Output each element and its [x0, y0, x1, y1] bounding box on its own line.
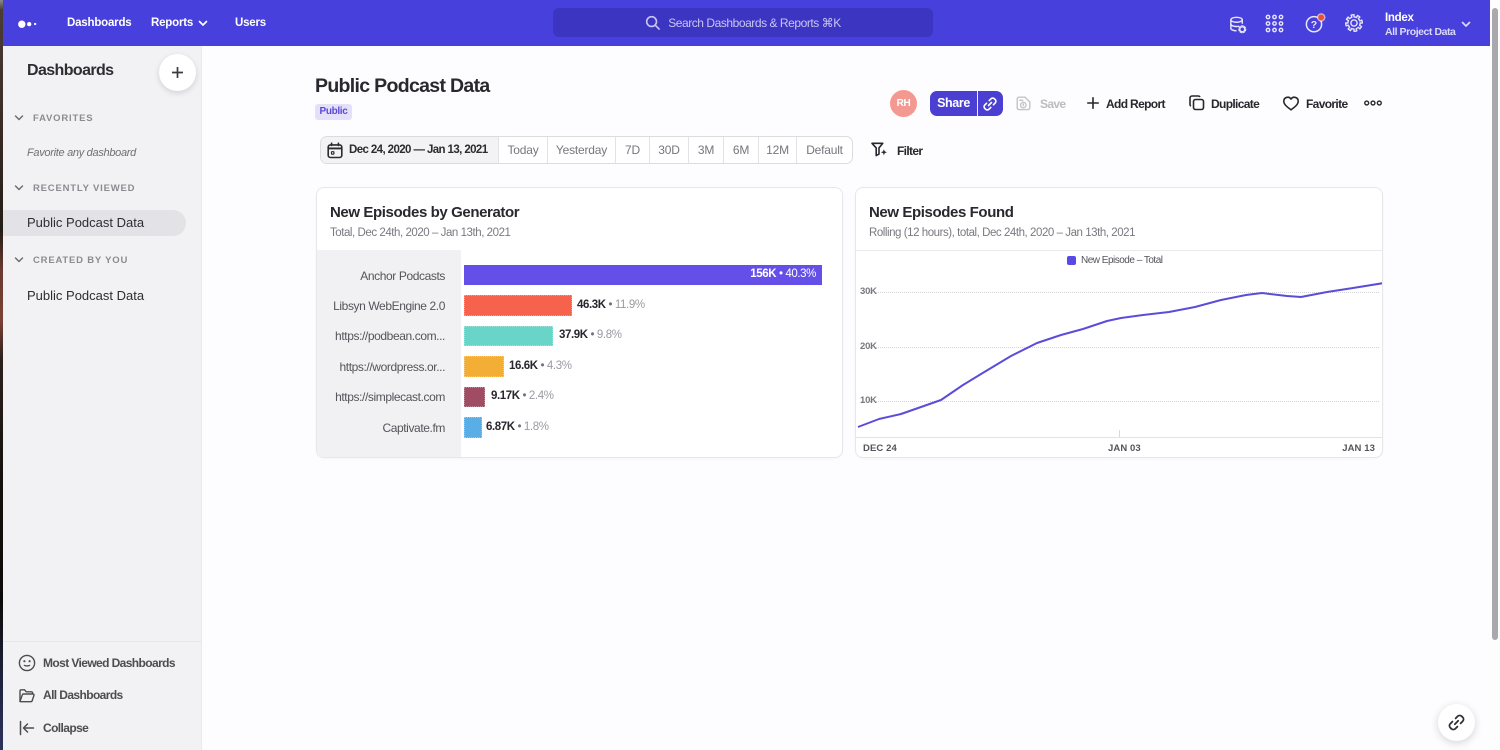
svg-text:?: ?: [1311, 19, 1317, 31]
